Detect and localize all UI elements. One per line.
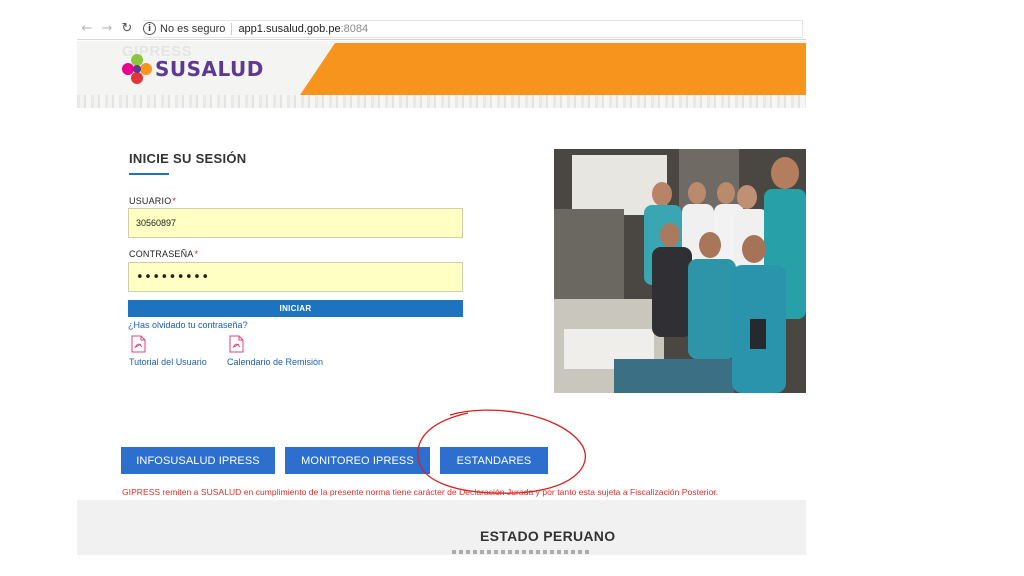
reload-icon[interactable]: ↻ [117,19,137,39]
user-input[interactable]: 30560897 [128,208,463,238]
logo-mark-icon [122,54,152,84]
footer-subtitle-cutoff [452,550,592,554]
back-arrow-icon[interactable]: ← [77,19,97,39]
staff-photo [554,149,806,393]
login-title: INICIE SU SESIÓN [129,151,247,166]
disclaimer-text: GIPRESS remiten a SUSALUD en cumplimient… [122,487,719,497]
user-label-text: USUARIO [129,196,172,206]
user-label: USUARIO* [129,196,176,206]
susalud-logo[interactable]: SUSALUD [122,54,264,84]
calendar-link[interactable]: Calendario de Remisión [227,357,323,367]
info-icon[interactable]: i [143,22,156,35]
required-mark: * [194,249,199,259]
header-pattern [77,95,806,108]
infosusalud-ipress-button[interactable]: INFOSUSALUD IPRESS [121,447,275,474]
page: ← → ↻ i No es seguro app1.susalud.gob.pe… [0,0,1024,576]
security-status[interactable]: No es seguro [160,22,233,35]
tutorial-link[interactable]: Tutorial del Usuario [129,357,207,367]
pdf-icon[interactable] [131,335,146,353]
password-label-text: CONTRASEÑA [129,249,194,259]
url-port[interactable]: :8084 [341,23,369,35]
forward-arrow-icon[interactable]: → [97,19,117,39]
pdf-icon[interactable] [229,335,244,353]
required-mark: * [172,196,177,206]
footer-title: ESTADO PERUANO [480,528,616,544]
monitoreo-ipress-button[interactable]: MONITOREO IPRESS [285,447,430,474]
password-input[interactable]: ••••••••• [128,262,463,292]
annotation-circle [417,409,587,494]
url-host[interactable]: app1.susalud.gob.pe [238,23,340,35]
footer: ESTADO PERUANO [77,500,806,555]
password-label: CONTRASEÑA* [129,249,198,259]
logo-text: SUSALUD [155,57,264,81]
site-header: GIPRESS SUSALUD [77,41,806,108]
title-underline [129,173,169,175]
address-bar[interactable]: i No es seguro app1.susalud.gob.pe:8084 [143,19,803,38]
header-orange-band [300,43,806,95]
browser-toolbar: ← → ↻ i No es seguro app1.susalud.gob.pe… [77,18,806,40]
login-button[interactable]: INICIAR [128,300,463,317]
forgot-password-link[interactable]: ¿Has olvidado tu contraseña? [128,320,248,330]
